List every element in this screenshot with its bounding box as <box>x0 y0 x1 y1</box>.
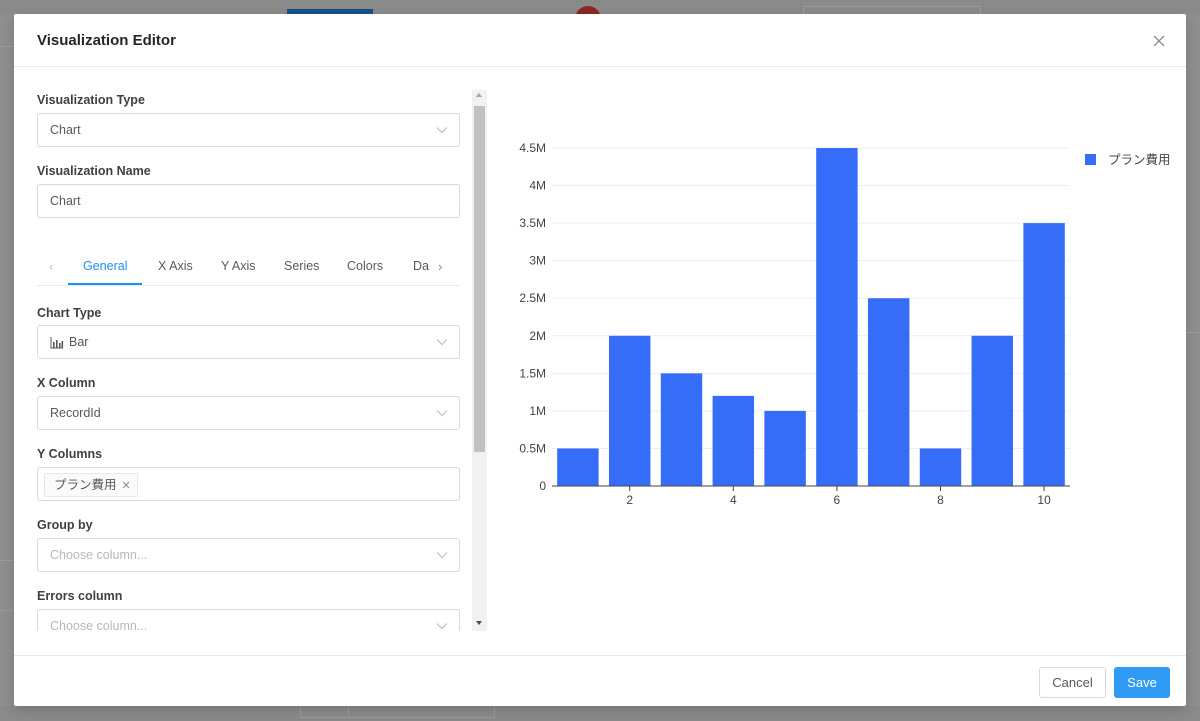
visualization-type-value: Chart <box>50 123 81 137</box>
tab-data-labels[interactable]: Da <box>413 259 429 273</box>
x-column-value: RecordId <box>50 406 101 420</box>
tab-general[interactable]: General <box>83 259 127 273</box>
bar <box>919 448 962 486</box>
chevron-down-icon <box>436 410 448 417</box>
modal-footer: Cancel Save <box>14 655 1186 706</box>
y-tick-label: 0 <box>539 479 546 493</box>
background-right <box>1186 14 1200 706</box>
cancel-button[interactable]: Cancel <box>1039 667 1106 698</box>
chart-type-value: Bar <box>69 335 89 349</box>
group-by-select[interactable]: Choose column... <box>37 538 460 572</box>
bar <box>867 298 910 486</box>
bar <box>712 395 755 486</box>
bar-chart: 0 0.5M 1M 1.5M 2M 2.5M 3M 3.5M 4M 4.5M 2 4 6 8 10 プラン費用 <box>519 141 1170 507</box>
x-column-select[interactable]: RecordId <box>37 396 460 430</box>
tab-x-axis[interactable]: X Axis <box>158 259 193 273</box>
y-tick-label: 4.5M <box>519 141 546 155</box>
y-tick-label: 2.5M <box>519 291 546 305</box>
tab-y-axis[interactable]: Y Axis <box>221 259 256 273</box>
x-column-label: X Column <box>37 376 96 390</box>
chart-type-label: Chart Type <box>37 306 102 320</box>
background-control <box>348 706 495 718</box>
y-column-tag: プラン費用 ✕ <box>44 473 138 497</box>
settings-tabs: ‹ General X Axis Y Axis Series Colors Da… <box>37 239 460 286</box>
x-tick-label: 2 <box>626 493 633 507</box>
visualization-editor-modal: Visualization Editor Visualization Type … <box>14 14 1186 706</box>
y-tick-label: 1.5M <box>519 366 546 380</box>
scroll-up-icon[interactable] <box>476 93 482 97</box>
y-columns-select[interactable]: プラン費用 ✕ <box>37 467 460 501</box>
y-tick-label: 3M <box>529 254 546 268</box>
remove-tag-icon[interactable]: ✕ <box>122 480 131 492</box>
tab-series[interactable]: Series <box>284 259 319 273</box>
editor-form: Visualization Type Chart Visualization N… <box>37 91 460 631</box>
x-tick-label: 8 <box>937 493 944 507</box>
y-tick-label: 1M <box>529 404 546 418</box>
tab-colors[interactable]: Colors <box>347 259 383 273</box>
y-tick-label: 2M <box>529 329 546 343</box>
background-left <box>0 14 14 706</box>
y-columns-label: Y Columns <box>37 447 103 461</box>
chevron-down-icon <box>436 623 448 630</box>
tabs-prev-icon[interactable]: ‹ <box>49 259 53 274</box>
errors-column-placeholder: Choose column... <box>50 619 148 631</box>
scrollbar-thumb[interactable] <box>474 106 485 452</box>
legend-label: プラン費用 <box>1108 152 1170 167</box>
errors-column-select[interactable]: Choose column... <box>37 609 460 631</box>
tabs-next-icon[interactable]: › <box>438 259 442 274</box>
chart-type-select[interactable]: Bar <box>37 325 460 359</box>
visualization-name-input[interactable]: Chart <box>37 184 460 218</box>
save-button[interactable]: Save <box>1114 667 1170 698</box>
tab-clip: Da <box>413 239 435 286</box>
x-tick-label: 4 <box>730 493 737 507</box>
active-tab-indicator <box>68 283 142 285</box>
bar-chart-icon <box>50 337 64 349</box>
modal-header: Visualization Editor <box>14 14 1186 67</box>
background-divider <box>0 560 14 561</box>
background-app-header <box>0 0 1200 14</box>
bar <box>557 448 599 486</box>
close-icon[interactable] <box>1149 31 1169 51</box>
bar <box>764 410 806 486</box>
errors-column-label: Errors column <box>37 589 123 603</box>
background-divider <box>1186 332 1200 333</box>
y-tick-label: 0.5M <box>519 441 546 455</box>
group-by-placeholder: Choose column... <box>50 548 148 562</box>
visualization-type-select[interactable]: Chart <box>37 113 460 147</box>
y-tick-label: 3.5M <box>519 216 546 230</box>
bar <box>1023 223 1065 486</box>
form-scrollbar[interactable] <box>472 90 487 631</box>
visualization-type-label: Visualization Type <box>37 93 145 107</box>
background-app-footer <box>0 706 1200 721</box>
background-divider <box>0 610 14 611</box>
bar <box>608 335 651 486</box>
chevron-down-icon <box>436 552 448 559</box>
background-search <box>803 6 981 14</box>
scroll-down-icon[interactable] <box>476 621 482 625</box>
modal-title: Visualization Editor <box>37 32 176 49</box>
bar <box>816 148 858 486</box>
x-tick-label: 10 <box>1037 493 1051 507</box>
visualization-name-value: Chart <box>50 194 81 208</box>
x-tick-label: 6 <box>834 493 841 507</box>
chevron-down-icon <box>436 339 448 346</box>
legend-swatch <box>1085 154 1096 165</box>
y-tick-label: 4M <box>529 179 546 193</box>
bar <box>971 335 1014 486</box>
group-by-label: Group by <box>37 518 93 532</box>
y-column-tag-label: プラン費用 <box>54 478 117 492</box>
background-divider <box>0 46 14 47</box>
chevron-down-icon <box>436 127 448 134</box>
bar <box>660 373 703 486</box>
visualization-name-label: Visualization Name <box>37 164 151 178</box>
